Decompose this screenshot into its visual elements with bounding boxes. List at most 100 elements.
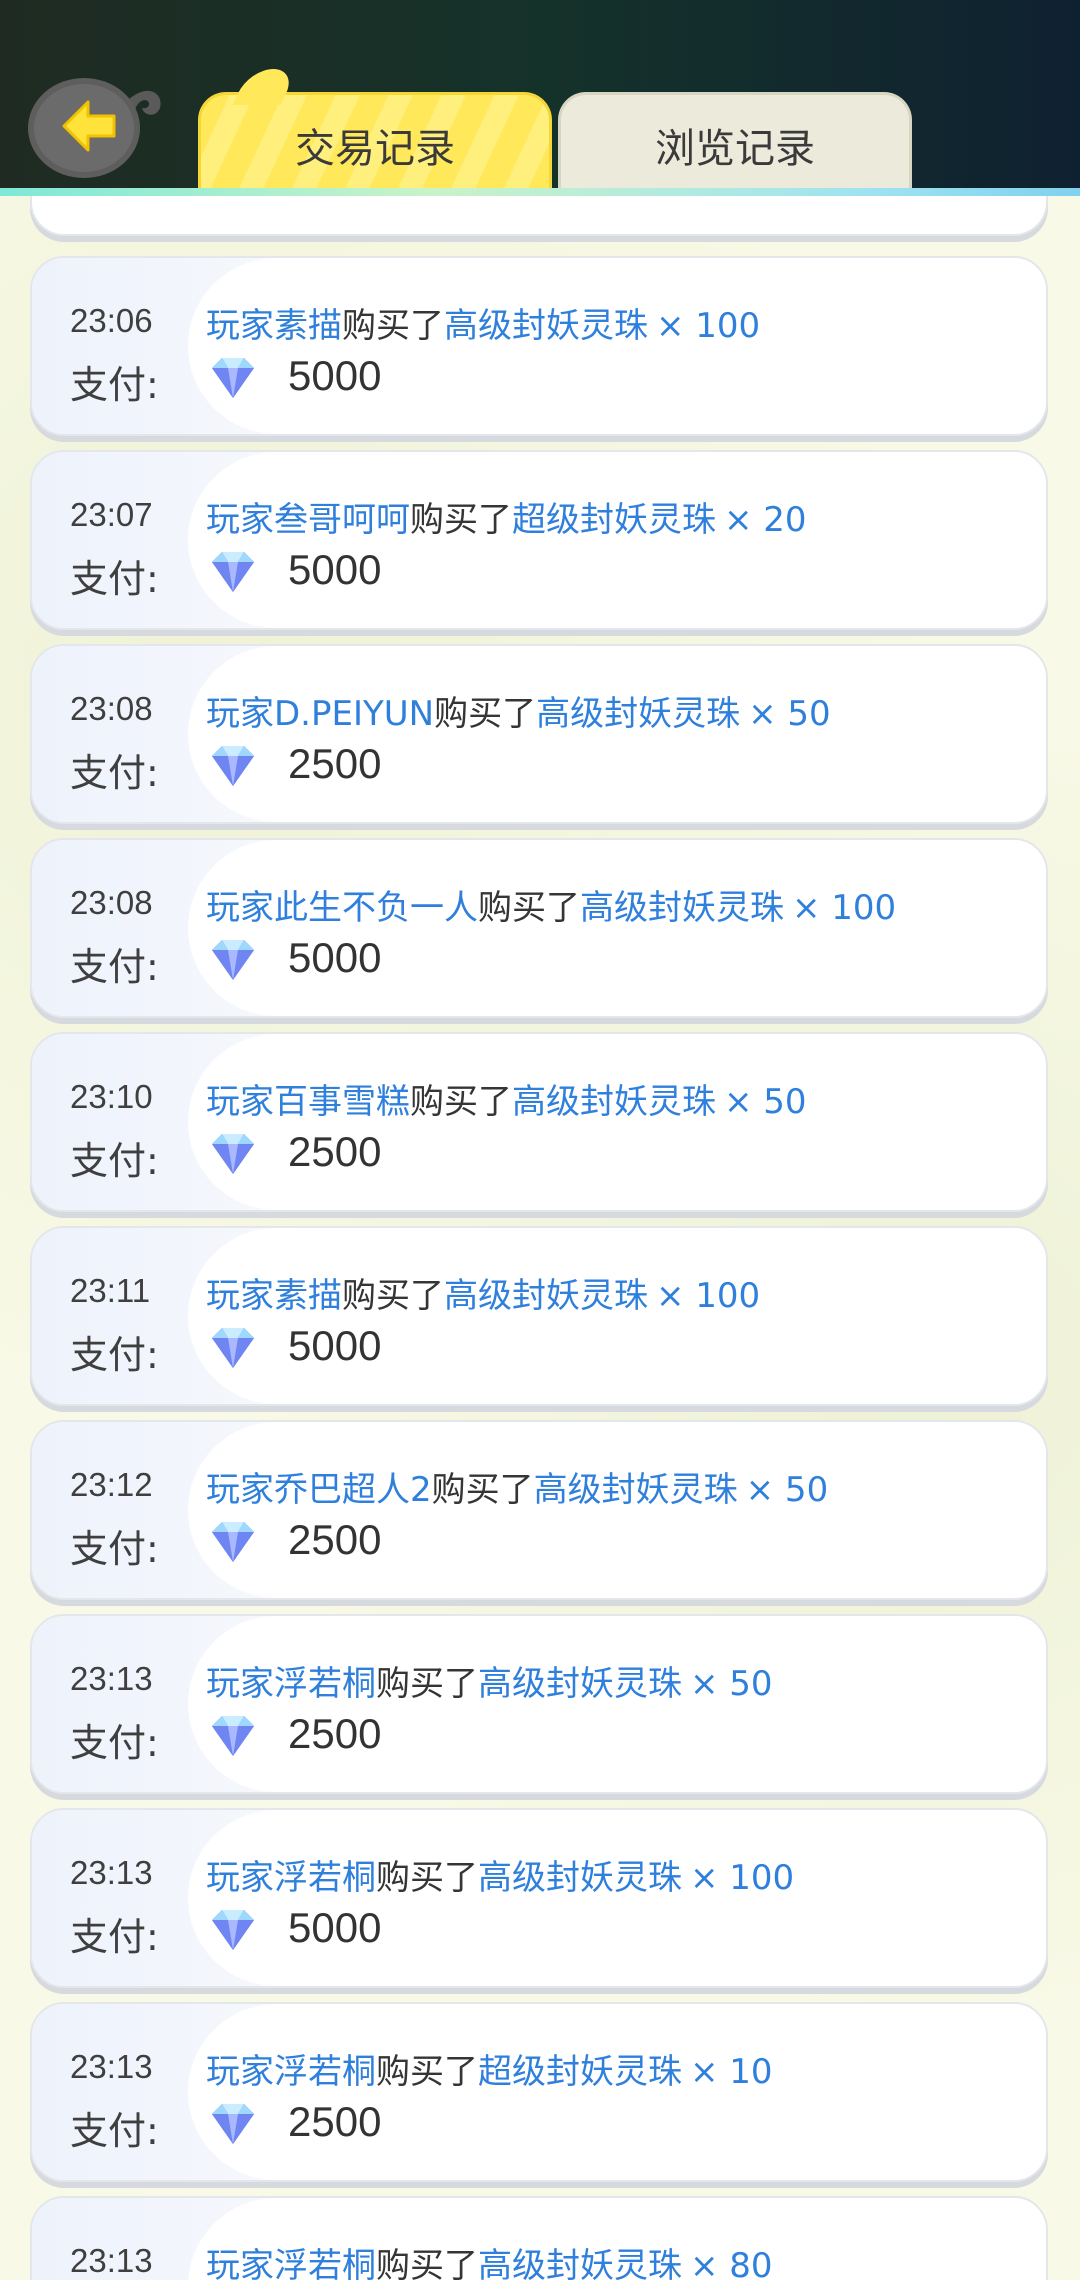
partial-record-card: [30, 196, 1048, 236]
purchase-verb: 购买了: [376, 1664, 478, 1704]
tab-browse-records-label: 浏览记录: [655, 125, 815, 172]
player-prefix: 玩家: [206, 888, 274, 928]
record-time: 23:13: [70, 1660, 153, 1697]
record-time: 23:12: [70, 1466, 153, 1503]
player-name: 浮若桐: [274, 1664, 376, 1704]
player-prefix: 玩家: [206, 500, 274, 540]
pay-label: 支付:: [70, 1139, 159, 1183]
record-time: 23:13: [70, 1854, 153, 1891]
diamond-icon: [206, 354, 260, 402]
player-prefix: 玩家: [206, 1276, 274, 1316]
item-quantity: × 100: [656, 306, 761, 346]
purchase-verb: 购买了: [410, 1082, 512, 1122]
trade-record-list[interactable]: 23:06 支付: 玩家素描购买了高级封妖灵珠 × 100 5000 23:07 支付: 玩家…: [0, 196, 1080, 2280]
record-card: 23:11 支付: 玩家素描购买了高级封妖灵珠 × 100 5000: [30, 1226, 1048, 1406]
record-description: 玩家D.PEIYUN购买了高级封妖灵珠 × 50: [206, 686, 831, 735]
item-name: 高级封妖灵珠: [444, 306, 648, 346]
pay-label: 支付:: [70, 1721, 159, 1765]
tab-trade-records-label: 交易记录: [295, 125, 455, 172]
diamond-icon: [206, 1130, 260, 1178]
player-prefix: 玩家: [206, 1470, 274, 1510]
item-quantity: × 10: [690, 2052, 773, 2092]
record-card: 23:13 支付: 玩家浮若桐购买了高级封妖灵珠 × 50 2500: [30, 1614, 1048, 1794]
purchase-verb: 购买了: [478, 888, 580, 928]
record-card: 23:12 支付: 玩家乔巴超人2购买了高级封妖灵珠 × 50 2500: [30, 1420, 1048, 1600]
payment-amount: 2500: [288, 740, 382, 787]
record-description: 玩家乔巴超人2购买了高级封妖灵珠 × 50: [206, 1462, 828, 1511]
payment-amount: 2500: [288, 1516, 382, 1563]
record-time: 23:13: [70, 2242, 153, 2279]
purchase-verb: 购买了: [434, 694, 537, 734]
player-prefix: 玩家: [206, 2052, 274, 2092]
pay-label: 支付:: [70, 363, 159, 407]
player-prefix: 玩家: [206, 1858, 274, 1898]
payment-amount: 5000: [288, 934, 382, 981]
purchase-verb: 购买了: [410, 500, 512, 540]
tab-browse-records[interactable]: 浏览记录: [558, 92, 912, 194]
item-name: 超级封妖灵珠: [512, 500, 716, 540]
record-card: 23:13支付:玩家浮若桐购买了高级封妖灵珠× 80: [30, 2196, 1048, 2280]
back-arrow-icon: [28, 78, 161, 178]
player-name: 此生不负一人: [274, 888, 478, 928]
item-quantity: × 50: [690, 1664, 773, 1704]
record-card: 23:06 支付: 玩家素描购买了高级封妖灵珠 × 100 5000: [30, 256, 1048, 436]
player-name: 百事雪糕: [274, 1082, 410, 1122]
diamond-icon: [206, 548, 260, 596]
pay-label: 支付:: [70, 751, 159, 795]
record-description: 玩家百事雪糕购买了高级封妖灵珠 × 50: [206, 1074, 807, 1123]
back-button[interactable]: [26, 72, 164, 180]
record-time: 23:13: [70, 2048, 153, 2085]
diamond-icon: [206, 1906, 260, 1954]
item-quantity: × 80: [690, 2246, 773, 2280]
pay-label: 支付:: [70, 2109, 159, 2153]
record-time: 23:08: [70, 690, 153, 727]
record-card: 23:13 支付: 玩家浮若桐购买了超级封妖灵珠 × 10 2500: [30, 2002, 1048, 2182]
tab-trade-records[interactable]: 交易记录: [198, 69, 552, 194]
record-description: 玩家此生不负一人购买了高级封妖灵珠 × 100: [206, 880, 896, 929]
pay-label: 支付:: [70, 557, 159, 601]
item-quantity: × 100: [690, 1858, 795, 1898]
record-description: 玩家浮若桐购买了超级封妖灵珠 × 10: [206, 2044, 773, 2093]
pay-label: 支付:: [70, 945, 159, 989]
pay-label: 支付:: [70, 1527, 159, 1571]
record-time: 23:11: [70, 1272, 151, 1309]
player-name: 浮若桐: [274, 1858, 376, 1898]
record-description: 玩家素描购买了高级封妖灵珠 × 100: [206, 1268, 760, 1317]
record-description: 玩家叁哥呵呵购买了超级封妖灵珠 × 20: [206, 492, 807, 541]
diamond-icon: [206, 1324, 260, 1372]
record-card: 23:10 支付: 玩家百事雪糕购买了高级封妖灵珠 × 50 2500: [30, 1032, 1048, 1212]
item-quantity: × 50: [724, 1082, 807, 1122]
purchase-verb: 购买了: [342, 1276, 444, 1316]
payment-amount: 2500: [288, 1128, 382, 1175]
purchase-verb: 购买了: [376, 2246, 478, 2280]
header-bar: 交易记录 浏览记录: [0, 0, 1080, 196]
player-name: 乔巴超人2: [274, 1470, 432, 1510]
record-description: 玩家浮若桐购买了高级封妖灵珠 × 50: [206, 1656, 773, 1705]
item-name: 超级封妖灵珠: [478, 2052, 682, 2092]
payment-amount: 2500: [288, 2098, 382, 2145]
item-quantity: × 50: [745, 1470, 829, 1510]
purchase-verb: 购买了: [431, 1470, 534, 1510]
payment-amount: 5000: [288, 352, 382, 399]
player-name: D.PEIYUN: [274, 694, 435, 734]
item-name: 高级封妖灵珠: [478, 2246, 682, 2280]
record-description: 玩家浮若桐购买了高级封妖灵珠 × 80: [206, 2238, 773, 2280]
player-name: 素描: [274, 306, 342, 346]
record-card: 23:08 支付: 玩家此生不负一人购买了高级封妖灵珠 × 100 5000: [30, 838, 1048, 1018]
item-quantity: × 20: [724, 500, 807, 540]
pay-label: 支付:: [70, 1915, 159, 1959]
player-name: 叁哥呵呵: [274, 500, 410, 540]
purchase-verb: 购买了: [376, 1858, 478, 1898]
item-name: 高级封妖灵珠: [444, 1276, 648, 1316]
record-time: 23:08: [70, 884, 153, 921]
payment-amount: 5000: [288, 1904, 382, 1951]
player-name: 浮若桐: [274, 2052, 376, 2092]
item-name: 高级封妖灵珠: [533, 1470, 738, 1510]
item-name: 高级封妖灵珠: [536, 694, 741, 734]
purchase-verb: 购买了: [342, 306, 444, 346]
item-quantity: × 50: [748, 694, 831, 734]
record-time: 23:06: [70, 302, 153, 339]
payment-amount: 2500: [288, 1710, 382, 1757]
record-card: 23:13 支付: 玩家浮若桐购买了高级封妖灵珠 × 100 5000: [30, 1808, 1048, 1988]
tab-ear-decoration: [232, 69, 298, 105]
